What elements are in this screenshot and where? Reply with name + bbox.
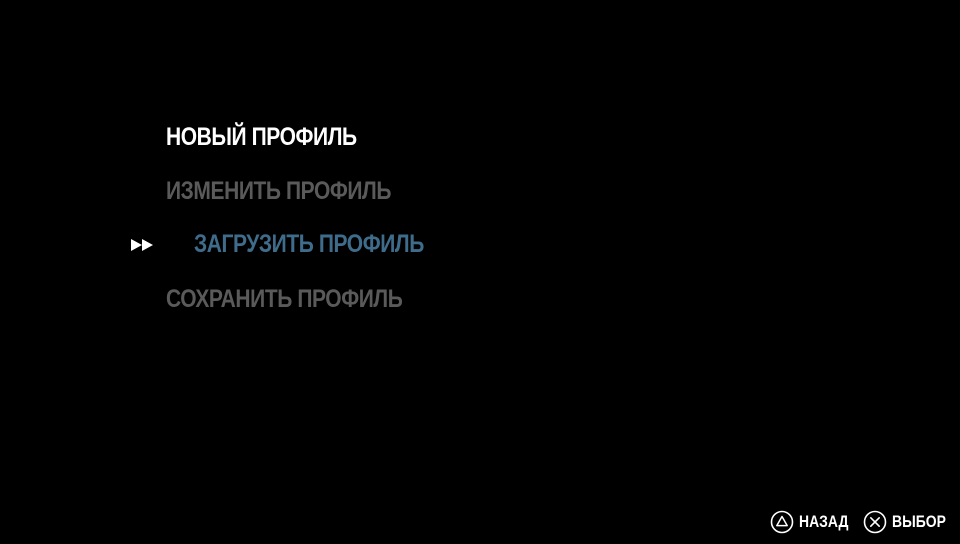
button-hints: НАЗАД ВЫБОР	[770, 508, 950, 536]
profile-menu: НОВЫЙ ПРОФИЛЬ ИЗМЕНИТЬ ПРОФИЛЬ ЗАГРУЗИТЬ…	[0, 0, 960, 544]
back-hint[interactable]: НАЗАД	[770, 510, 851, 534]
menu-item-save-profile[interactable]: СОХРАНИТЬ ПРОФИЛЬ	[166, 282, 403, 316]
menu-item-edit-profile[interactable]: ИЗМЕНИТЬ ПРОФИЛЬ	[166, 174, 391, 208]
back-label: НАЗАД	[799, 512, 849, 531]
double-arrow-right-icon	[131, 239, 153, 251]
select-hint[interactable]: ВЫБОР	[863, 510, 950, 534]
cross-button-icon	[863, 510, 887, 534]
menu-item-load-profile[interactable]: ЗАГРУЗИТЬ ПРОФИЛЬ	[194, 227, 424, 261]
triangle-button-icon	[770, 510, 794, 534]
select-label: ВЫБОР	[892, 512, 947, 531]
menu-item-new-profile[interactable]: НОВЫЙ ПРОФИЛЬ	[166, 120, 357, 154]
